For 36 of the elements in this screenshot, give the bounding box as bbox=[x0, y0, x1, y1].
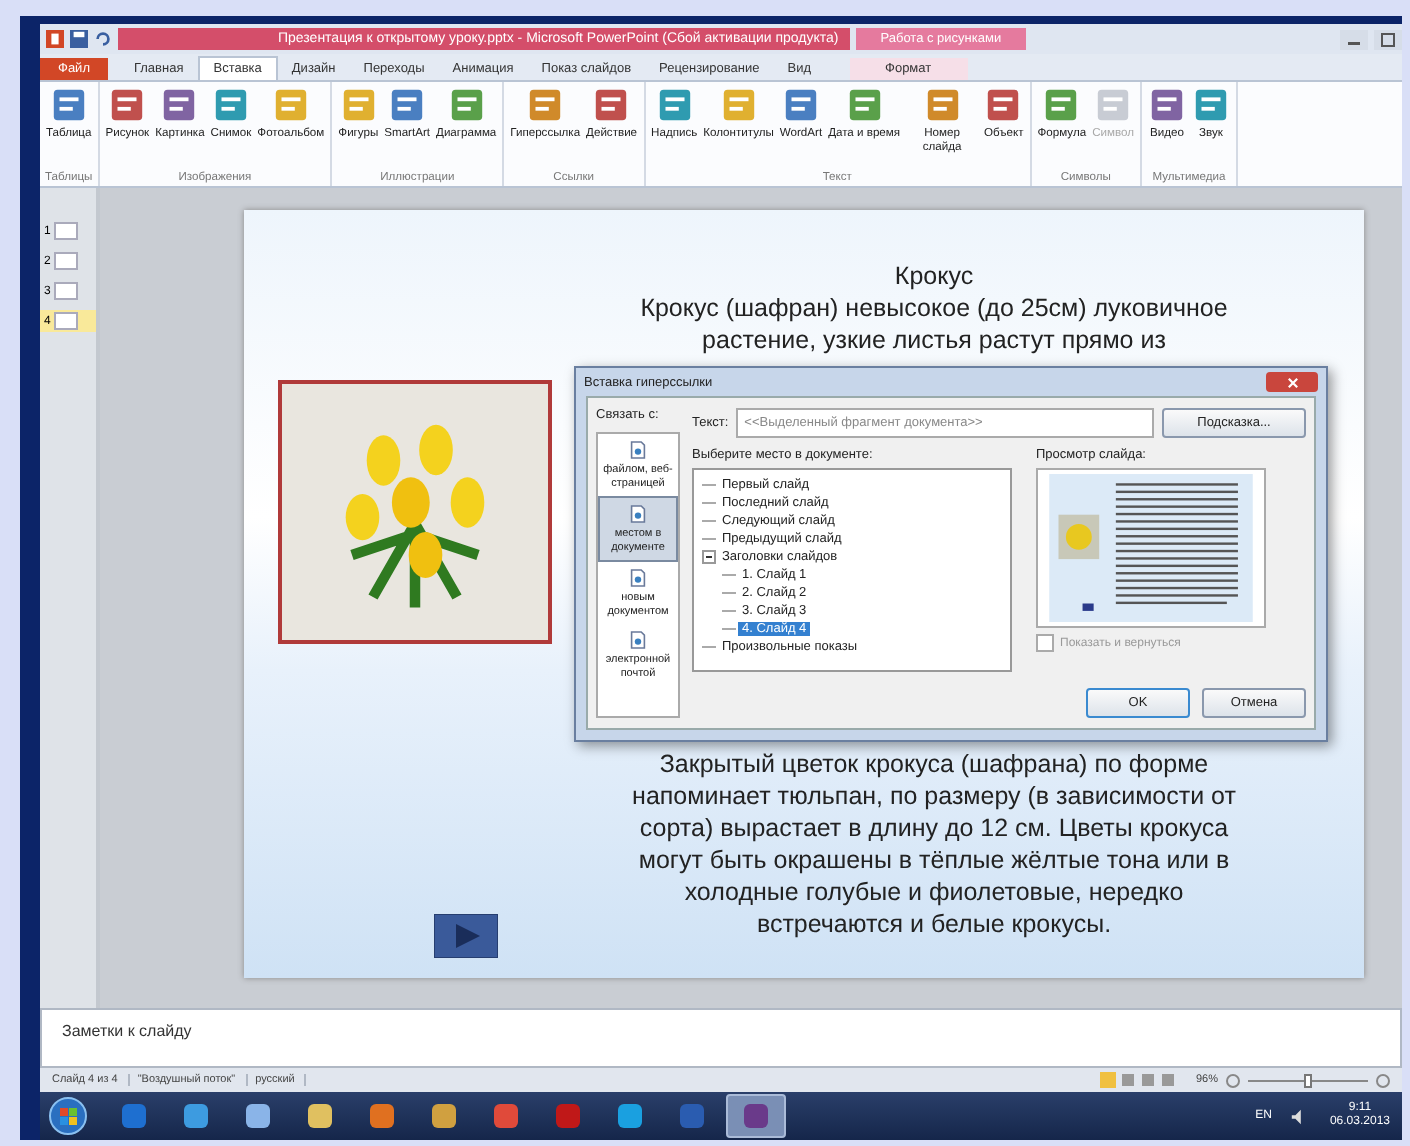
slide-text-line: напоминает тюльпан, по размеру (в зависимости от bbox=[632, 780, 1236, 812]
app-icon bbox=[492, 1102, 520, 1130]
slide-title: Крокус bbox=[894, 260, 974, 292]
app-icon bbox=[742, 1102, 770, 1130]
start-button[interactable] bbox=[48, 1096, 88, 1136]
app-icon bbox=[554, 1102, 582, 1130]
maximize-icon[interactable] bbox=[1374, 29, 1402, 49]
photo-placeholder[interactable] bbox=[278, 380, 552, 644]
app-icon bbox=[430, 1102, 458, 1130]
minimize-icon[interactable] bbox=[1340, 29, 1368, 49]
zoom-slider-thumb[interactable] bbox=[1304, 1073, 1312, 1087]
notes-field[interactable]: Заметки к слайду bbox=[40, 1008, 1402, 1068]
document-icon bbox=[630, 568, 646, 588]
save-icon[interactable] bbox=[70, 30, 88, 48]
document-icon bbox=[630, 504, 646, 524]
taskbar-app[interactable] bbox=[726, 1094, 786, 1138]
close-icon bbox=[1285, 375, 1299, 389]
slide-text-line: растение, узкие листья растут прямо из bbox=[702, 324, 1166, 356]
app-icon bbox=[182, 1102, 210, 1130]
slide-text-line: Закрытый цветок крокуса (шафрана) по форме bbox=[659, 748, 1209, 780]
app-icon bbox=[368, 1102, 396, 1130]
slide-text-line: Крокус (шафран) невысокое (до 25см) луковичное bbox=[640, 292, 1228, 324]
app-icon bbox=[678, 1102, 706, 1130]
document-icon bbox=[630, 630, 646, 650]
slide-text-line: встречаются и белые крокусы. bbox=[756, 908, 1112, 940]
app-icon bbox=[120, 1102, 148, 1130]
app-icon bbox=[306, 1102, 334, 1130]
slide-text-line: холодные голубые и фиолетовые, нередко bbox=[684, 876, 1184, 908]
collapse-icon[interactable] bbox=[702, 550, 716, 564]
slide-text-line: могут быть окрашены в тёплые жёлтые тона или в bbox=[638, 844, 1230, 876]
slide-text-line: сорта) вырастает в длину до 12 см. Цветы крокуса bbox=[639, 812, 1229, 844]
close-button[interactable] bbox=[1266, 372, 1318, 392]
document-icon bbox=[630, 440, 646, 460]
app-icon bbox=[616, 1102, 644, 1130]
app-icon bbox=[244, 1102, 272, 1130]
undo-icon[interactable] bbox=[94, 30, 112, 48]
